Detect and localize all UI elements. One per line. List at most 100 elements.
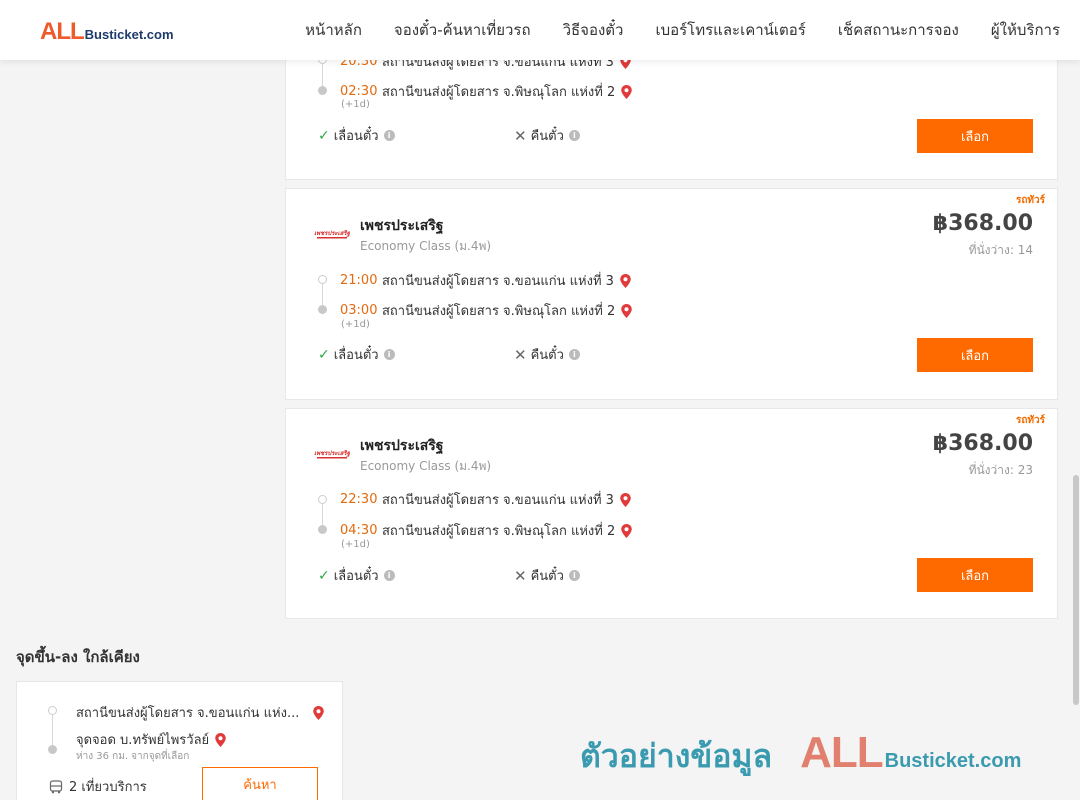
check-icon: ✓ (318, 567, 330, 584)
change-ticket-label: เลื่อนตั๋ว (333, 348, 379, 363)
sample-watermark: ตัวอย่างข้อมูล ALL Busticket.com (580, 728, 1021, 782)
depart-dot (318, 275, 327, 284)
map-pin-icon[interactable] (620, 273, 631, 288)
cross-icon: ✕ (514, 126, 527, 145)
arrive-station: สถานีขนส่งผู้โดยสาร จ.พิษณุโลก แห่งที่ 2 (382, 524, 616, 539)
map-pin-icon[interactable] (621, 303, 632, 318)
arrive-station: สถานีขนส่งผู้โดยสาร จ.พิษณุโลก แห่งที่ 2 (382, 85, 616, 100)
refund-ticket-policy: ✕ คืนตั๋ว i (514, 565, 580, 586)
nav-phone-counter[interactable]: เบอร์โทรและเคาน์เตอร์ (655, 18, 805, 42)
origin-stop: สถานีขนส่งผู้โดยสาร จ.ขอนแก่น แห่ง... (76, 702, 325, 723)
arrive-station: สถานีขนส่งผู้โดยสาร จ.พิษณุโลก แห่งที่ 2 (382, 304, 616, 319)
select-trip-button[interactable]: เลือก (917, 558, 1033, 592)
map-pin-icon[interactable] (620, 492, 631, 507)
watermark-logo-busticket: Busticket.com (884, 750, 1022, 772)
operator-logo-icon: เพชรประเสริฐ (314, 450, 350, 459)
route-line (322, 64, 323, 87)
map-pin-icon[interactable] (215, 732, 226, 747)
select-trip-button[interactable]: เลือก (917, 119, 1033, 153)
watermark-logo-all: ALL (800, 728, 884, 777)
refund-ticket-policy: ✕ คืนตั๋ว i (514, 125, 580, 146)
arrive-time: 03:00 (340, 303, 378, 318)
site-header: ALL Busticket.com หน้าหลัก จองตั๋ว-ค้นหา… (0, 0, 1080, 60)
watermark-text: ตัวอย่างข้อมูล (580, 737, 773, 775)
operator-name: เพชรประเสริฐ (360, 218, 444, 234)
logo-all: ALL (40, 18, 85, 45)
map-pin-icon[interactable] (621, 84, 632, 99)
nav-home[interactable]: หน้าหลัก (305, 18, 362, 42)
arrive-time: 04:30 (340, 523, 378, 538)
arrive-stop: 04:30 สถานีขนส่งผู้โดยสาร จ.พิษณุโลก แห่… (340, 520, 632, 541)
depart-station: สถานีขนส่งผู้โดยสาร จ.ขอนแก่น แห่งที่ 3 (382, 493, 614, 508)
refund-ticket-label: คืนตั๋ว (530, 129, 564, 144)
info-icon[interactable]: i (568, 349, 580, 360)
arrive-stop: 02:30 สถานีขนส่งผู้โดยสาร จ.พิษณุโลก แห่… (340, 81, 632, 102)
ticket-price: ฿368.00 (932, 211, 1033, 236)
trip-card: รถทัวร์ เพชรประเสริฐ เพชรประเสริฐ Econom… (285, 408, 1058, 619)
operator-logo-icon: เพชรประเสริฐ (314, 230, 350, 239)
seat-class: Economy Class (ม.4พ) (360, 239, 492, 253)
change-ticket-policy: ✓ เลื่อนตั๋ว i (318, 125, 395, 146)
next-day-badge: (+1d) (341, 319, 370, 330)
select-trip-button[interactable]: เลือก (917, 338, 1033, 372)
arrive-dot (318, 525, 327, 534)
depart-time: 22:30 (340, 492, 378, 507)
trip-count-label: 2 เที่ยวบริการ (69, 780, 147, 795)
info-icon[interactable]: i (383, 349, 395, 360)
arrive-dot (318, 305, 327, 314)
bus-icon (49, 779, 63, 793)
change-ticket-policy: ✓ เลื่อนตั๋ว i (318, 344, 395, 365)
nav-how-to-book[interactable]: วิธีจองตั๋ว (563, 18, 624, 42)
map-pin-icon[interactable] (313, 705, 325, 720)
origin-dot (48, 706, 57, 715)
next-day-badge: (+1d) (341, 539, 370, 550)
depart-station: สถานีขนส่งผู้โดยสาร จ.ขอนแก่น แห่งที่ 3 (382, 274, 614, 289)
svg-text:เพชรประเสริฐ: เพชรประเสริฐ (314, 450, 350, 457)
nearby-distance: ห่าง 36 กม. จากจุดที่เลือก (76, 751, 190, 762)
svg-text:เพชรประเสริฐ: เพชรประเสริฐ (314, 230, 350, 237)
nearby-trip-count: 2 เที่ยวบริการ (49, 776, 147, 797)
refund-ticket-label: คืนตั๋ว (530, 569, 564, 584)
change-ticket-label: เลื่อนตั๋ว (333, 569, 379, 584)
arrive-dot (318, 86, 327, 95)
nav-operators[interactable]: ผู้ให้บริการ (991, 18, 1060, 42)
seat-class: Economy Class (ม.4พ) (360, 459, 492, 473)
next-day-badge: (+1d) (341, 99, 370, 110)
cross-icon: ✕ (514, 345, 527, 364)
vehicle-type-tag: รถทัวร์ (1015, 415, 1045, 426)
nearby-dot (48, 745, 57, 754)
main-nav: หน้าหลัก จองตั๋ว-ค้นหาเที่ยวรถ วิธีจองตั… (273, 0, 1060, 60)
change-ticket-policy: ✓ เลื่อนตั๋ว i (318, 565, 395, 586)
change-ticket-label: เลื่อนตั๋ว (333, 129, 379, 144)
nav-book-search[interactable]: จองตั๋ว-ค้นหาเที่ยวรถ (394, 18, 531, 42)
info-icon[interactable]: i (568, 570, 580, 581)
nearby-station: จุดจอด บ.ทรัพย์ไพรวัลย์ (76, 733, 210, 748)
nearby-stop: จุดจอด บ.ทรัพย์ไพรวัลย์ (76, 729, 226, 750)
route-line (52, 715, 53, 745)
nav-check-status[interactable]: เช็คสถานะการจอง (838, 18, 959, 42)
cross-icon: ✕ (514, 566, 527, 585)
depart-stop: 21:00 สถานีขนส่งผู้โดยสาร จ.ขอนแก่น แห่ง… (340, 270, 631, 291)
info-icon[interactable]: i (383, 130, 395, 141)
nearby-stops-title: จุดขึ้น-ลง ใกล้เคียง (16, 648, 140, 666)
origin-station: สถานีขนส่งผู้โดยสาร จ.ขอนแก่น แห่ง... (76, 706, 300, 721)
operator-name: เพชรประเสริฐ (360, 438, 444, 454)
arrive-time: 02:30 (340, 84, 378, 99)
search-button[interactable]: ค้นหา (202, 767, 318, 800)
refund-ticket-policy: ✕ คืนตั๋ว i (514, 344, 580, 365)
logo-busticket: Busticket.com (84, 27, 174, 42)
site-logo[interactable]: ALL Busticket.com (40, 18, 174, 46)
info-icon[interactable]: i (568, 130, 580, 141)
scrollbar-thumb[interactable] (1073, 475, 1079, 705)
check-icon: ✓ (318, 346, 330, 363)
nearby-stop-card: สถานีขนส่งผู้โดยสาร จ.ขอนแก่น แห่ง... จุ… (16, 681, 343, 800)
trip-card: รถทัวร์ เพชรประเสริฐ เพชรประเสริฐ Econom… (285, 188, 1058, 400)
map-pin-icon[interactable] (621, 523, 632, 538)
arrive-stop: 03:00 สถานีขนส่งผู้โดยสาร จ.พิษณุโลก แห่… (340, 300, 632, 321)
vehicle-type-tag: รถทัวร์ (1015, 195, 1045, 206)
depart-stop: 22:30 สถานีขนส่งผู้โดยสาร จ.ขอนแก่น แห่ง… (340, 489, 631, 510)
depart-dot (318, 495, 327, 504)
check-icon: ✓ (318, 127, 330, 144)
info-icon[interactable]: i (383, 570, 395, 581)
seats-available: ที่นั่งว่าง: 14 (968, 243, 1033, 257)
